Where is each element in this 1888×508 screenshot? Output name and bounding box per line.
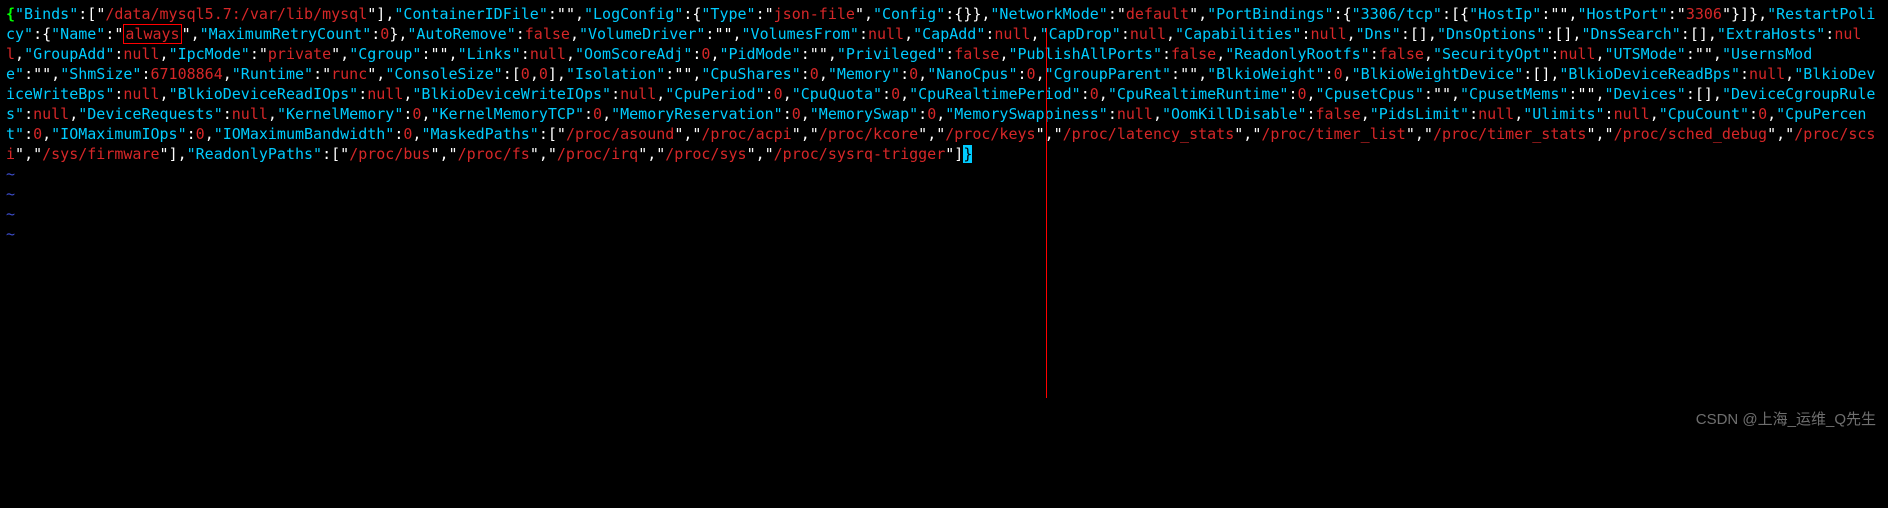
vim-empty-line: ~ — [6, 184, 1882, 204]
vim-empty-line: ~ — [6, 164, 1882, 184]
terminal-content: {"Binds":["/data/mysql5.7:/var/lib/mysql… — [0, 0, 1888, 248]
vim-empty-line: ~ — [6, 204, 1882, 224]
watermark-text: CSDN @上海_运维_Q先生 — [1696, 410, 1876, 430]
vim-empty-line: ~ — [6, 224, 1882, 244]
